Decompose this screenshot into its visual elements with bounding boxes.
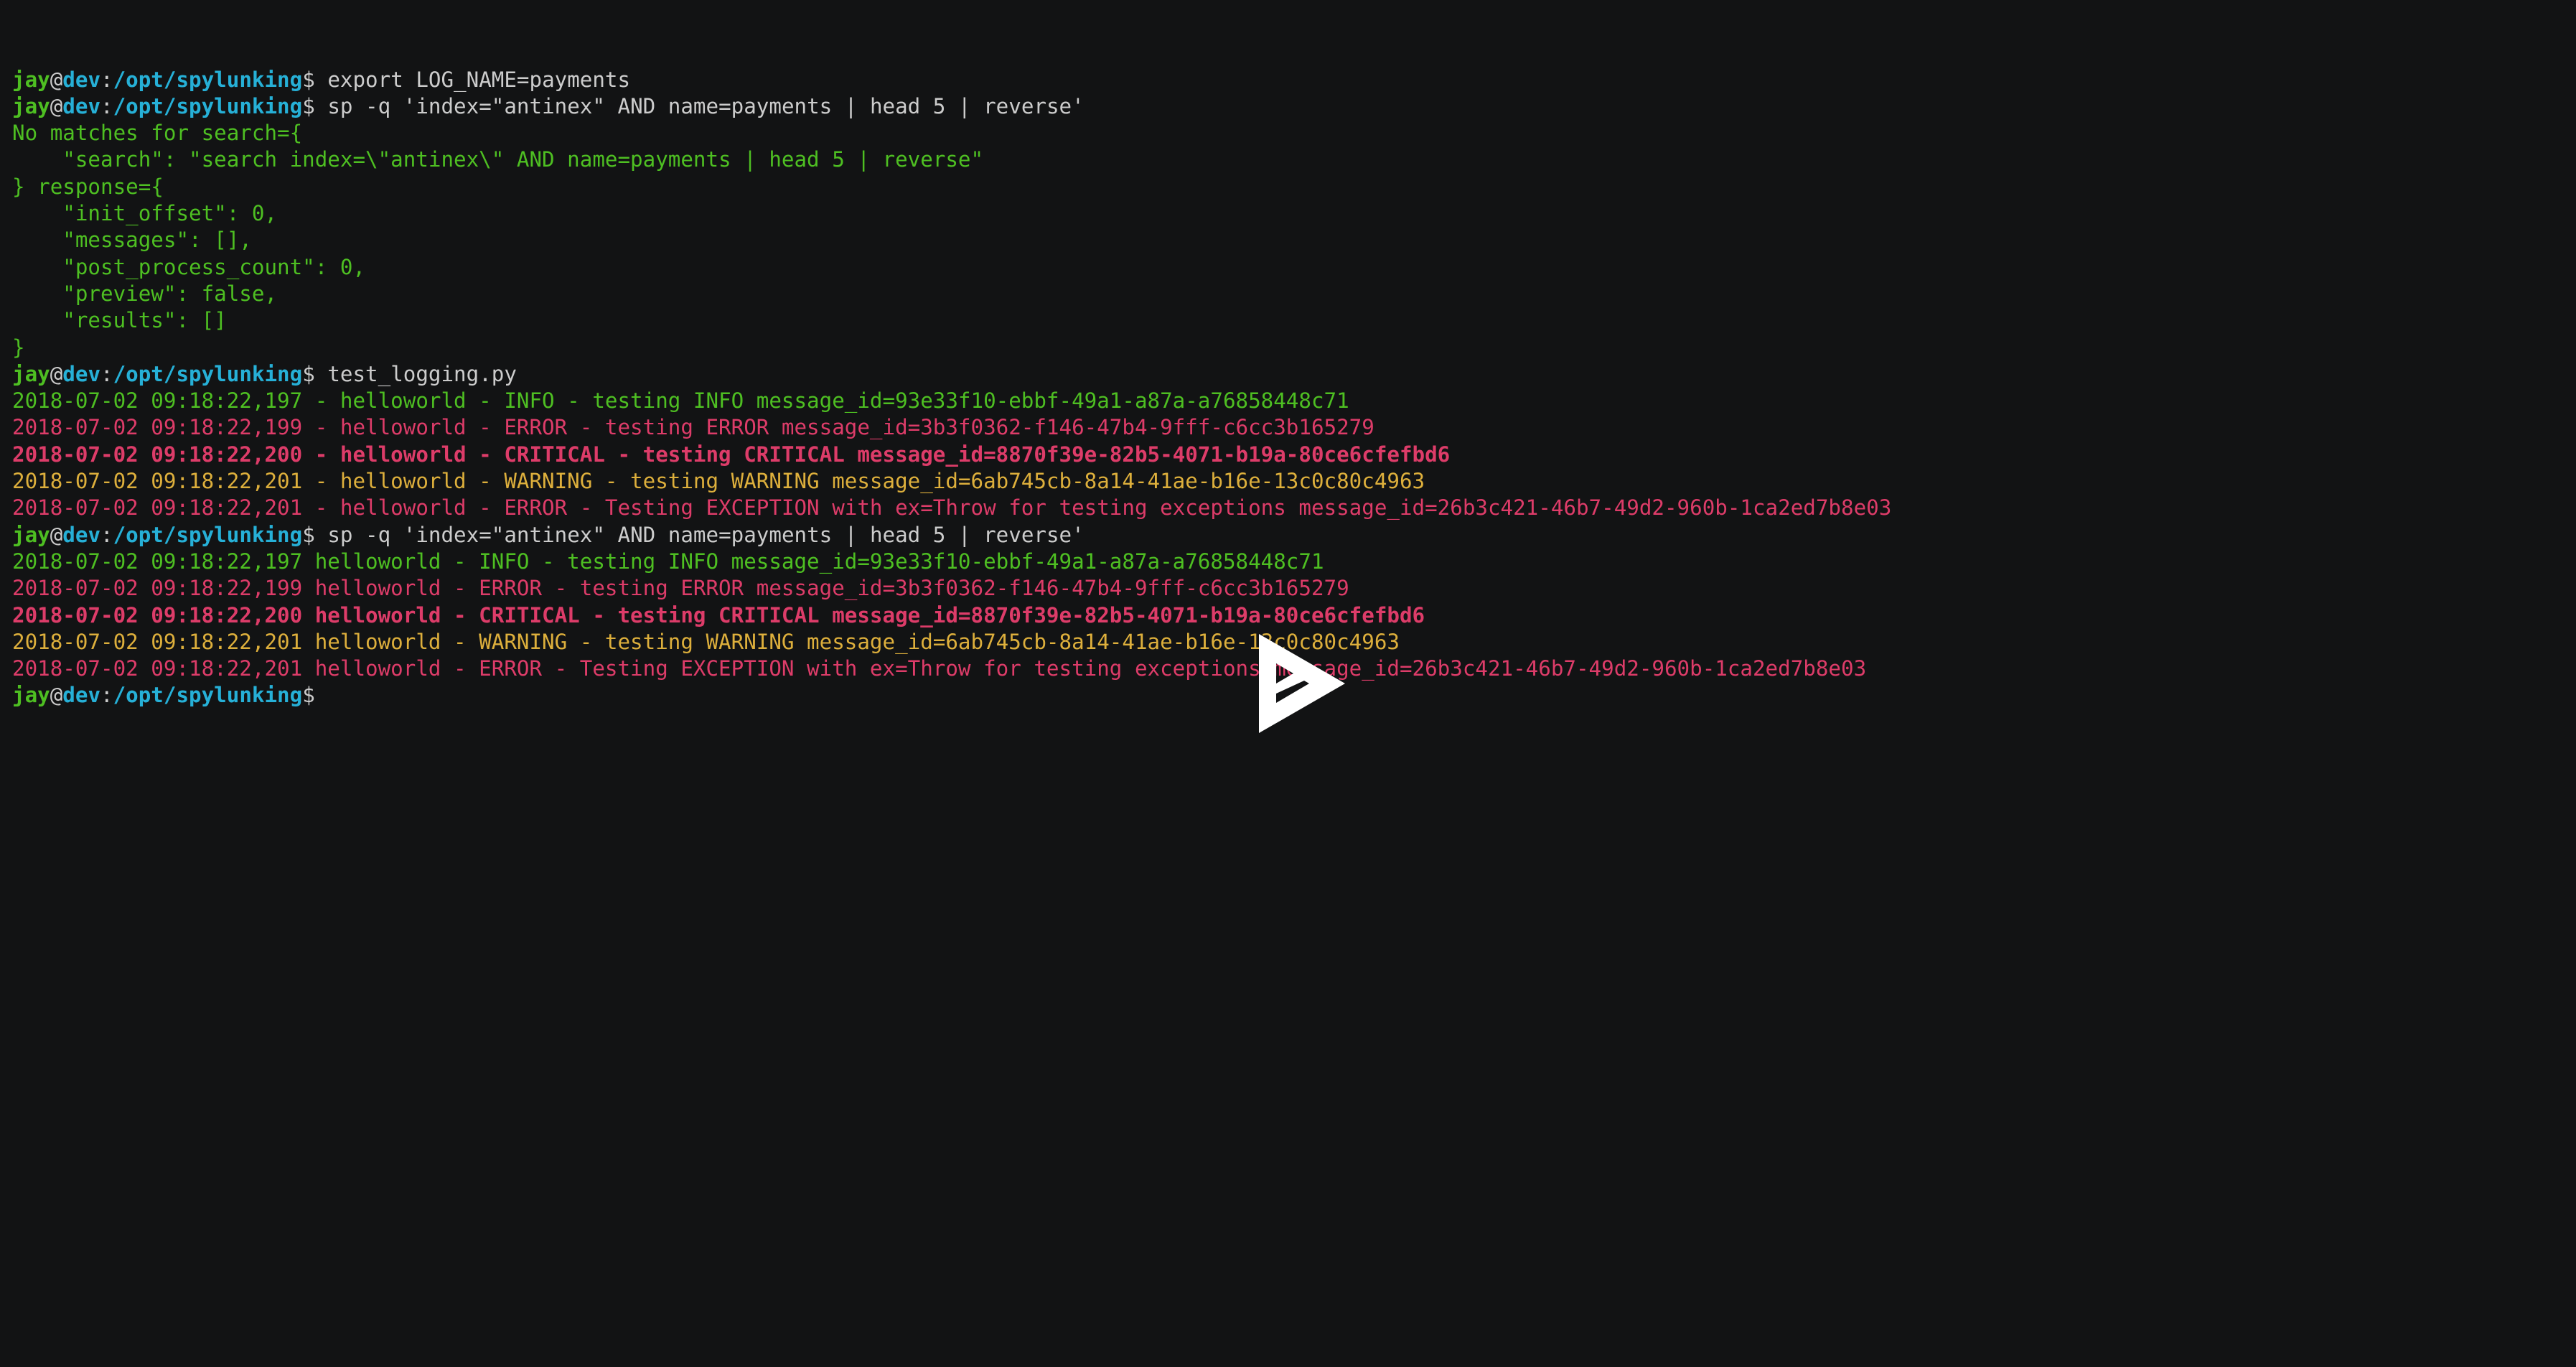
prompt-colon: : [100,683,113,708]
output-line: 2018-07-02 09:18:22,197 - helloworld - I… [12,388,2576,414]
prompt-at: @ [50,67,63,92]
output-line: 2018-07-02 09:18:22,200 - helloworld - C… [12,442,2576,468]
prompt-at: @ [50,683,63,708]
prompt-colon: : [100,67,113,92]
output-text: 2018-07-02 09:18:22,197 - helloworld - I… [12,388,1349,414]
prompt-host: dev [62,683,101,708]
asciinema-play-icon [1259,634,1345,733]
output-text: 2018-07-02 09:18:22,201 - helloworld - W… [12,469,1425,494]
output-line: "preview": false, [12,281,2576,307]
output-text: 2018-07-02 09:18:22,201 helloworld - WAR… [12,629,1400,654]
output-line: 2018-07-02 09:18:22,200 helloworld - CRI… [12,602,2576,629]
output-line: 2018-07-02 09:18:22,199 helloworld - ERR… [12,575,2576,602]
prompt-at: @ [50,93,63,118]
output-line: "post_process_count": 0, [12,254,2576,281]
prompt-host: dev [62,361,101,386]
output-line: "messages": [], [12,227,2576,253]
terminal-output: jay@dev:/opt/spylunking$ export LOG_NAME… [12,67,2576,709]
prompt-path: /opt/spylunking [113,361,303,386]
output-text: "search": "search index=\"antinex\" AND … [12,147,984,172]
output-text: "post_process_count": 0, [12,254,366,279]
output-text: 2018-07-02 09:18:22,201 helloworld - ERR… [12,656,1867,681]
prompt-line: jay@dev:/opt/spylunking$ export LOG_NAME… [12,67,2576,93]
prompt-symbol: $ [302,67,315,92]
prompt-path: /opt/spylunking [113,67,303,92]
command-text: test_logging.py [314,361,517,386]
prompt-line: jay@dev:/opt/spylunking$ sp -q 'index="a… [12,93,2576,120]
prompt-user: jay [12,67,50,92]
prompt-symbol: $ [302,361,315,386]
output-text: } [12,335,25,360]
prompt-colon: : [100,361,113,386]
output-line: 2018-07-02 09:18:22,201 - helloworld - W… [12,468,2576,495]
command-text: sp -q 'index="antinex" AND name=payments… [314,522,1085,547]
output-line: No matches for search={ [12,120,2576,146]
output-text: "messages": [], [12,228,252,253]
output-line: } [12,335,2576,361]
prompt-symbol: $ [302,683,315,708]
prompt-line: jay@dev:/opt/spylunking$ sp -q 'index="a… [12,522,2576,549]
prompt-host: dev [62,93,101,118]
command-text: export LOG_NAME=payments [314,67,631,92]
output-text: 2018-07-02 09:18:22,200 - helloworld - C… [12,442,1451,467]
output-line: 2018-07-02 09:18:22,201 - helloworld - E… [12,495,2576,521]
prompt-colon: : [100,93,113,118]
prompt-user: jay [12,683,50,708]
prompt-symbol: $ [302,93,315,118]
prompt-user: jay [12,361,50,386]
prompt-host: dev [62,522,101,547]
prompt-line: jay@dev:/opt/spylunking$ test_logging.py [12,361,2576,388]
output-text: } response={ [12,174,164,199]
output-text: 2018-07-02 09:18:22,200 helloworld - CRI… [12,602,1425,627]
prompt-user: jay [12,93,50,118]
play-button[interactable] [1259,634,1345,733]
prompt-symbol: $ [302,522,315,547]
prompt-path: /opt/spylunking [113,93,303,118]
output-line: 2018-07-02 09:18:22,197 helloworld - INF… [12,549,2576,575]
output-text: 2018-07-02 09:18:22,197 helloworld - INF… [12,549,1324,574]
prompt-user: jay [12,522,50,547]
prompt-host: dev [62,67,101,92]
output-text: 2018-07-02 09:18:22,199 helloworld - ERR… [12,576,1349,601]
output-line: 2018-07-02 09:18:22,199 - helloworld - E… [12,414,2576,441]
command-text: sp -q 'index="antinex" AND name=payments… [314,93,1085,118]
output-line: "results": [] [12,307,2576,334]
output-line: "search": "search index=\"antinex\" AND … [12,146,2576,173]
output-text: 2018-07-02 09:18:22,199 - helloworld - E… [12,415,1374,440]
output-text: "results": [] [12,308,227,333]
output-text: "preview": false, [12,281,278,306]
prompt-colon: : [100,522,113,547]
prompt-path: /opt/spylunking [113,522,303,547]
prompt-at: @ [50,522,63,547]
output-text: No matches for search={ [12,121,303,146]
output-line: "init_offset": 0, [12,200,2576,227]
prompt-at: @ [50,361,63,386]
output-text: 2018-07-02 09:18:22,201 - helloworld - E… [12,495,1892,521]
output-text: "init_offset": 0, [12,201,278,226]
prompt-path: /opt/spylunking [113,683,303,708]
output-line: } response={ [12,174,2576,200]
